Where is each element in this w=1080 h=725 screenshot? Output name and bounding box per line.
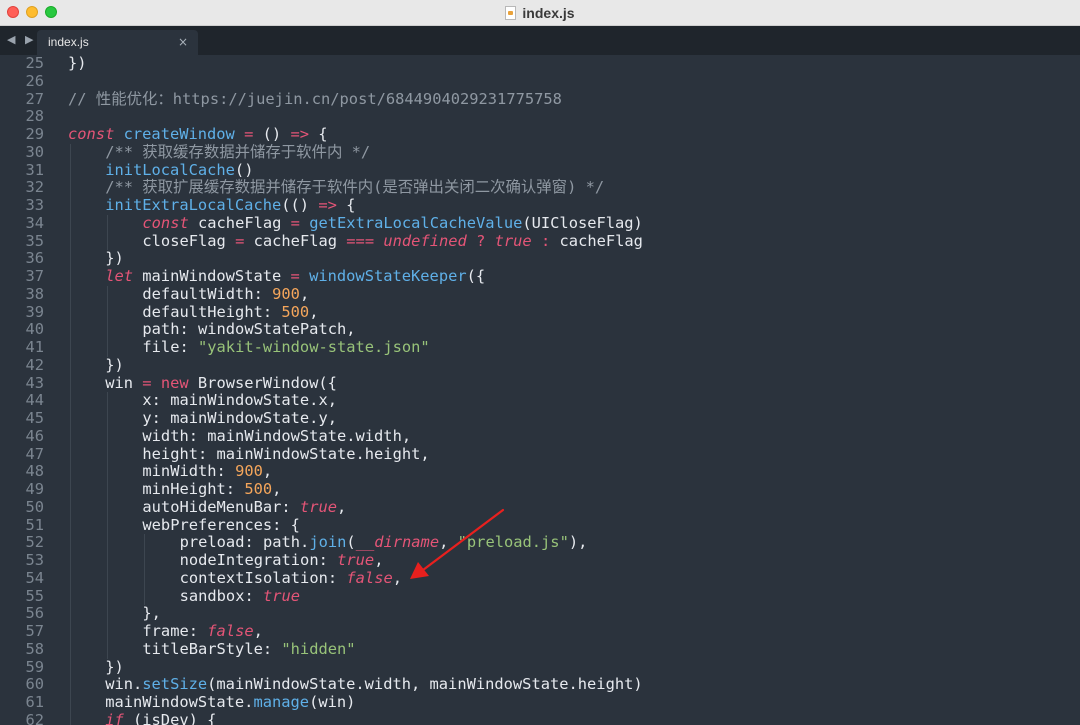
annotation-arrow-head	[410, 562, 429, 579]
window-title: index.js	[0, 0, 1080, 25]
tab-navigation-arrows[interactable]: ◀ ▶	[7, 33, 36, 46]
tab-bar: ◀ ▶ index.js ×	[0, 26, 1080, 55]
tab-label: index.js	[48, 35, 89, 49]
annotation-arrow	[410, 508, 505, 579]
code-editor[interactable]: 25}) 26 27// 性能优化：https://juejin.cn/post/6…	[0, 55, 1080, 725]
tab-index-js[interactable]: index.js ×	[37, 30, 198, 55]
window-title-text: index.js	[522, 4, 575, 21]
annotation-arrow-shaft	[421, 508, 505, 572]
js-file-icon	[505, 5, 517, 20]
window-titlebar: index.js	[0, 0, 1080, 26]
tab-close-icon[interactable]: ×	[178, 35, 188, 49]
